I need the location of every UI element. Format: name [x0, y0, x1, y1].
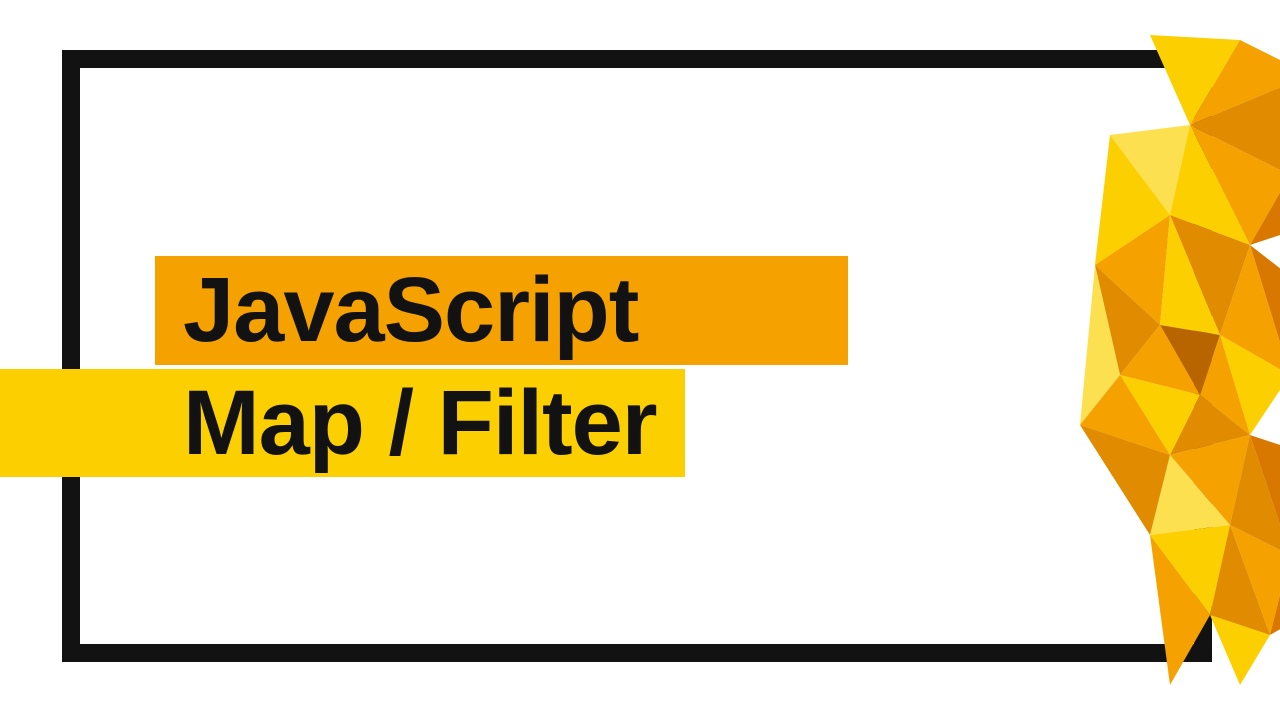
- title-line-2-text: Map / Filter: [183, 372, 657, 474]
- title-line-2-bg: Map / Filter: [0, 369, 685, 478]
- title-block: JavaScript Map / Filter: [155, 256, 848, 477]
- title-line-1-text: JavaScript: [183, 259, 638, 361]
- title-line-1-bg: JavaScript: [155, 256, 848, 365]
- title-line-2-wrap: Map / Filter: [0, 369, 848, 478]
- lion-logo-icon: [910, 35, 1280, 685]
